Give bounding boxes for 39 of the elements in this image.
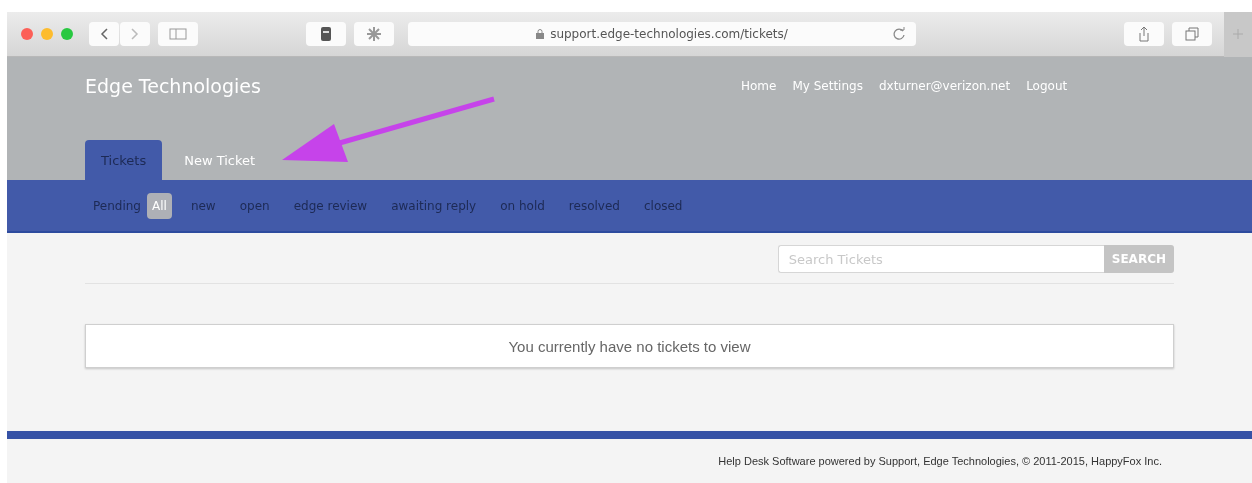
header-link[interactable]: Logout <box>1026 79 1068 93</box>
search-button[interactable]: SEARCH <box>1103 245 1174 273</box>
header-link[interactable]: My Settings <box>792 79 863 93</box>
lock-icon <box>536 29 545 39</box>
minimize-light[interactable] <box>41 28 53 40</box>
share-button[interactable] <box>1124 22 1164 46</box>
share-icon <box>1138 26 1150 42</box>
brand-name: Edge Technologies <box>85 75 262 97</box>
new-tab-button[interactable] <box>1224 11 1252 57</box>
url-text: support.edge-technologies.com/tickets/ <box>550 27 788 41</box>
status-filter[interactable]: open <box>234 192 275 219</box>
empty-message: You currently have no tickets to view <box>85 324 1174 368</box>
reload-icon[interactable] <box>892 27 906 41</box>
sidebar-icon <box>169 28 187 40</box>
tab[interactable]: Tickets <box>85 140 163 180</box>
status-filter[interactable]: awaiting reply <box>386 192 482 219</box>
back-icon <box>100 28 108 40</box>
forward-icon <box>131 28 139 40</box>
header-link[interactable]: dxturner@verizon.net <box>878 79 1011 93</box>
back-button[interactable] <box>89 22 119 46</box>
asterisk-icon <box>366 26 382 42</box>
forward-button[interactable] <box>120 22 150 46</box>
address-bar[interactable]: support.edge-technologies.com/tickets/ <box>408 22 916 46</box>
status-filter[interactable]: edge review <box>288 192 373 219</box>
tab[interactable]: New Ticket <box>168 140 272 180</box>
status-filter[interactable]: on hold <box>495 192 550 219</box>
zoom-light[interactable] <box>61 28 73 40</box>
footer-text: Help Desk Software powered by Support, Edge Technologies, © 2011-2015, HappyFox Inc. <box>718 455 1162 467</box>
status-filter[interactable]: closed <box>638 192 688 219</box>
tabs-icon <box>1185 27 1199 41</box>
close-light[interactable] <box>21 28 33 40</box>
status-filter[interactable]: All <box>147 192 172 219</box>
tabs-button[interactable] <box>1172 22 1212 46</box>
status-filter[interactable]: resolved <box>563 192 625 219</box>
filter-label: Pending <box>93 198 141 213</box>
status-filter[interactable]: new <box>185 192 221 219</box>
extension-button[interactable] <box>306 22 346 46</box>
header-link[interactable]: Home <box>741 79 777 93</box>
sidebar-button[interactable] <box>158 22 198 46</box>
